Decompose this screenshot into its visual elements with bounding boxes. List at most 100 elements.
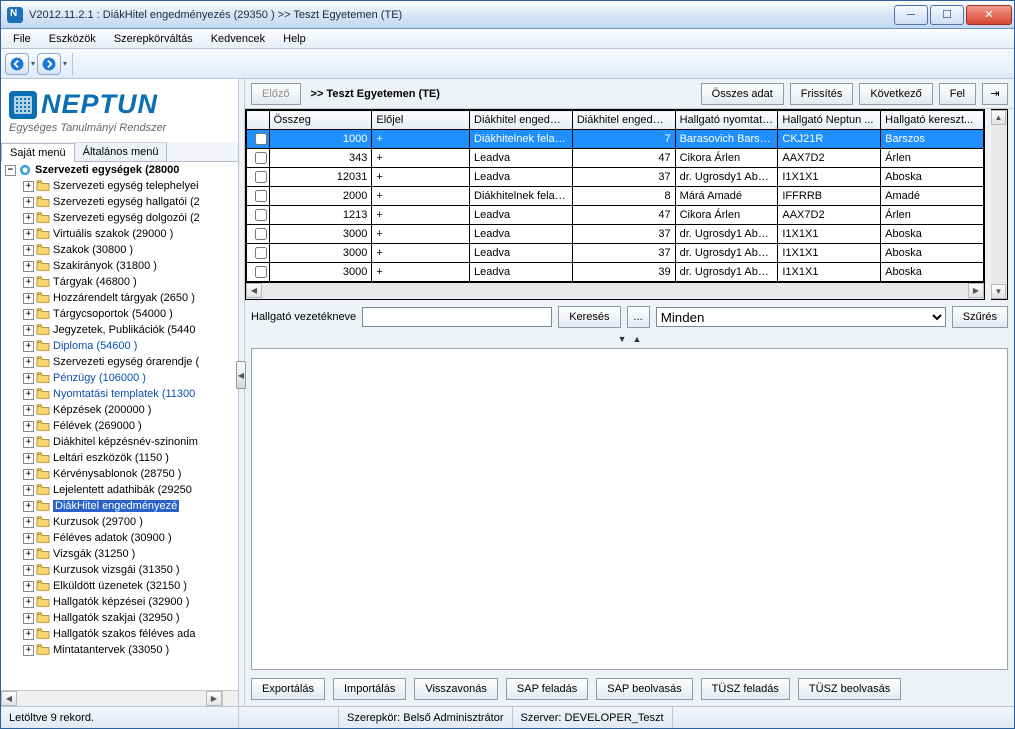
- nav-forward-button[interactable]: [37, 53, 61, 75]
- tree-item[interactable]: +Vizsgák (31250 ): [1, 546, 238, 562]
- tree-hscrollbar[interactable]: ◀ ▶: [1, 690, 222, 706]
- splitter[interactable]: ◀: [239, 79, 245, 706]
- tree-item[interactable]: +Szakok (30800 ): [1, 242, 238, 258]
- tree-item[interactable]: +Jegyzetek, Publikációk (5440: [1, 322, 238, 338]
- expand-icon[interactable]: +: [23, 325, 34, 336]
- tree-item[interactable]: +Szakirányok (31800 ): [1, 258, 238, 274]
- tree-item[interactable]: +Félévek (269000 ): [1, 418, 238, 434]
- table-row[interactable]: 1000+Diákhitelnek feladva7Barasovich Bar…: [247, 130, 984, 149]
- tree-item[interactable]: +Virtuális szakok (29000 ): [1, 226, 238, 242]
- tab-own-menu[interactable]: Saját menü: [1, 143, 75, 162]
- menu-help[interactable]: Help: [275, 31, 314, 47]
- table-row[interactable]: 12031+Leadva37dr. Ugrosdy1 AboskaI1X1X1A…: [247, 168, 984, 187]
- menu-roleswitch[interactable]: Szerepkörváltás: [106, 31, 201, 47]
- table-row[interactable]: 1213+Leadva47Cikora ÁrlenAAX7D2Árlen: [247, 206, 984, 225]
- tree-item[interactable]: +DiákHitel engedményezé: [1, 498, 238, 514]
- nav-back-button[interactable]: [5, 53, 29, 75]
- search-input[interactable]: [362, 307, 552, 327]
- grid-header-cell[interactable]: Hallgató nyomtatá...: [675, 111, 778, 130]
- collapse-icon[interactable]: −: [5, 165, 16, 176]
- tree-item[interactable]: +Diákhitel képzésnév-szinonim: [1, 434, 238, 450]
- tree-item[interactable]: +Tárgycsoportok (54000 ): [1, 306, 238, 322]
- tree-item[interactable]: +Szervezeti egység hallgatói (2: [1, 194, 238, 210]
- tab-general-menu[interactable]: Általános menü: [74, 142, 168, 161]
- expand-icon[interactable]: +: [23, 261, 34, 272]
- expand-icon[interactable]: +: [23, 389, 34, 400]
- search-button[interactable]: Keresés: [558, 306, 620, 328]
- grid-vscrollbar[interactable]: ▲ ▼: [991, 109, 1008, 300]
- grid-header-cell[interactable]: Diákhitel engedm...: [470, 111, 573, 130]
- row-checkbox[interactable]: [255, 266, 267, 278]
- table-row[interactable]: 343+Leadva47Cikora ÁrlenAAX7D2Árlen: [247, 149, 984, 168]
- tree-item[interactable]: +Képzések (200000 ): [1, 402, 238, 418]
- tusz-send-button[interactable]: TÜSZ feladás: [701, 678, 790, 700]
- expand-icon[interactable]: +: [23, 549, 34, 560]
- menu-favorites[interactable]: Kedvencek: [203, 31, 273, 47]
- sap-read-button[interactable]: SAP beolvasás: [596, 678, 692, 700]
- row-checkbox[interactable]: [255, 171, 267, 183]
- expand-icon[interactable]: +: [23, 629, 34, 640]
- expand-icon[interactable]: +: [23, 501, 34, 512]
- expand-icon[interactable]: +: [23, 613, 34, 624]
- tree-item[interactable]: +Hallgatók szakjai (32950 ): [1, 610, 238, 626]
- expand-icon[interactable]: +: [23, 469, 34, 480]
- data-grid[interactable]: ÖsszegElőjelDiákhitel engedm...Diákhitel…: [245, 109, 985, 300]
- expand-icon[interactable]: +: [23, 373, 34, 384]
- tree-item[interactable]: +Szervezeti egység órarendje (: [1, 354, 238, 370]
- tree-item[interactable]: +Kérvénysablonok (28750 ): [1, 466, 238, 482]
- tree-item[interactable]: +Féléves adatok (30900 ): [1, 530, 238, 546]
- expand-handles[interactable]: ▼ ▲: [245, 334, 1014, 348]
- grid-header-cell[interactable]: Diákhitel engedm...: [572, 111, 675, 130]
- tree-item[interactable]: +Tárgyak (46800 ): [1, 274, 238, 290]
- grid-header-cell[interactable]: [247, 111, 270, 130]
- filter-button[interactable]: Szűrés: [952, 306, 1008, 328]
- grid-scroll-down[interactable]: ▼: [991, 284, 1006, 299]
- table-row[interactable]: 3000+Leadva37dr. Ugrosdy1 AboskaI1X1X1Ab…: [247, 225, 984, 244]
- expand-icon[interactable]: +: [23, 277, 34, 288]
- table-row[interactable]: 2000+Diákhitelnek feladva8Márá AmadéIFFR…: [247, 187, 984, 206]
- tree-item[interactable]: +Szervezeti egység telephelyei: [1, 178, 238, 194]
- close-button[interactable]: ✕: [966, 5, 1012, 25]
- prev-button[interactable]: Előző: [251, 83, 301, 105]
- row-checkbox[interactable]: [255, 209, 267, 221]
- row-checkbox[interactable]: [255, 133, 267, 145]
- menu-file[interactable]: File: [5, 31, 39, 47]
- maximize-button[interactable]: ☐: [930, 5, 964, 25]
- row-checkbox[interactable]: [255, 228, 267, 240]
- tree-root[interactable]: −Szervezeti egységek (28000: [1, 162, 238, 178]
- tusz-read-button[interactable]: TÜSZ beolvasás: [798, 678, 901, 700]
- table-row[interactable]: 3000+Leadva39dr. Ugrosdy1 AboskaI1X1X1Ab…: [247, 263, 984, 282]
- pin-button[interactable]: ⇥: [982, 83, 1008, 105]
- filter-select[interactable]: Minden: [656, 307, 946, 327]
- tree-item[interactable]: +Leltári eszközök (1150 ): [1, 450, 238, 466]
- splitter-grip[interactable]: ◀: [236, 361, 246, 389]
- scroll-right-button[interactable]: ▶: [206, 691, 222, 706]
- expand-icon[interactable]: +: [23, 197, 34, 208]
- grid-scroll-right[interactable]: ▶: [968, 283, 984, 298]
- grid-header-cell[interactable]: Hallgató kereszt...: [881, 111, 984, 130]
- tree-item[interactable]: +Hallgatók szakos féléves ada: [1, 626, 238, 642]
- expand-icon[interactable]: +: [23, 437, 34, 448]
- undo-button[interactable]: Visszavonás: [414, 678, 498, 700]
- up-button[interactable]: Fel: [939, 83, 976, 105]
- expand-icon[interactable]: +: [23, 245, 34, 256]
- tree-item[interactable]: +Pénzügy (106000 ): [1, 370, 238, 386]
- tree-item[interactable]: +Kurzusok vizsgái (31350 ): [1, 562, 238, 578]
- expand-icon[interactable]: +: [23, 517, 34, 528]
- tree-item[interactable]: +Szervezeti egység dolgozói (2: [1, 210, 238, 226]
- grid-header-cell[interactable]: Hallgató Neptun ...: [778, 111, 881, 130]
- all-data-button[interactable]: Összes adat: [701, 83, 784, 105]
- expand-icon[interactable]: +: [23, 341, 34, 352]
- expand-icon[interactable]: +: [23, 533, 34, 544]
- grid-header-cell[interactable]: Előjel: [372, 111, 470, 130]
- expand-icon[interactable]: +: [23, 645, 34, 656]
- expand-icon[interactable]: +: [23, 293, 34, 304]
- tree-item[interactable]: +Nyomtatási templatek (11300: [1, 386, 238, 402]
- sap-send-button[interactable]: SAP feladás: [506, 678, 588, 700]
- expand-icon[interactable]: +: [23, 581, 34, 592]
- grid-header-cell[interactable]: Összeg: [269, 111, 372, 130]
- minimize-button[interactable]: ─: [894, 5, 928, 25]
- expand-icon[interactable]: +: [23, 597, 34, 608]
- tree-view[interactable]: −Szervezeti egységek (28000+Szervezeti e…: [1, 162, 238, 706]
- expand-icon[interactable]: +: [23, 181, 34, 192]
